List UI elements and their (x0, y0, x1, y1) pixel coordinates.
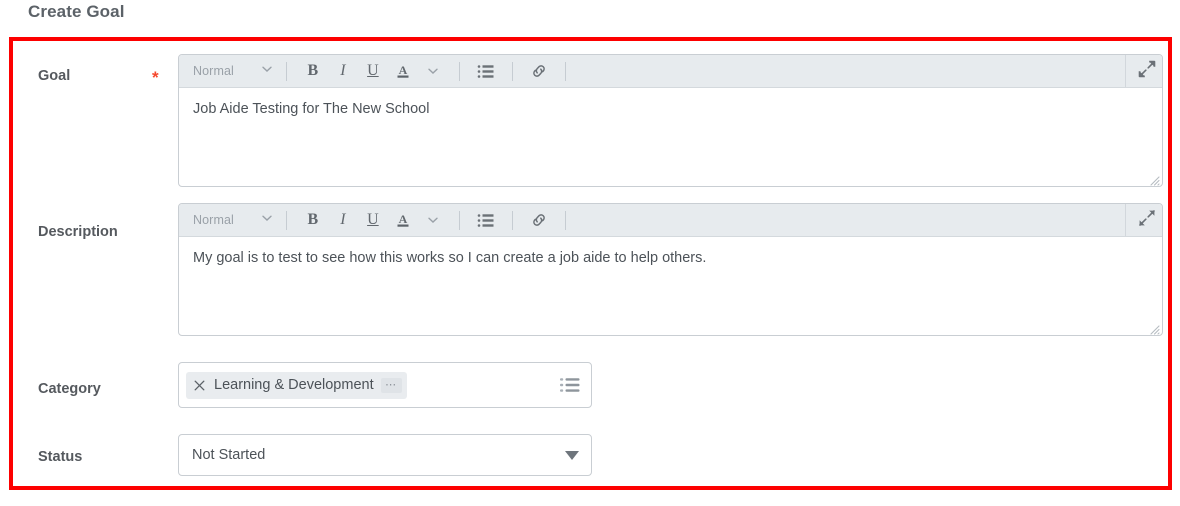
description-label: Description (38, 224, 118, 240)
goal-expand-editor-button[interactable] (1125, 55, 1156, 87)
text-color-button[interactable]: A (388, 56, 418, 86)
toolbar-divider (285, 210, 287, 230)
status-dropdown[interactable]: Not Started (178, 434, 592, 476)
description-editor-content-area[interactable]: My goal is to test to see how this works… (179, 237, 1162, 335)
toolbar-divider (564, 210, 566, 230)
description-paragraph-style-dropdown[interactable]: Normal (179, 204, 284, 236)
bold-button[interactable]: B (298, 56, 328, 86)
description-editor-toolbar: Normal B I U A (179, 204, 1162, 237)
text-color-chevron-down-icon[interactable] (418, 56, 448, 86)
category-chip-more-button[interactable]: ⋯ (380, 377, 402, 393)
description-expand-editor-button[interactable] (1125, 204, 1156, 236)
text-color-button[interactable]: A (388, 205, 418, 235)
goal-editor-content-area[interactable]: Job Aide Testing for The New School (179, 88, 1162, 186)
goal-required-indicator: * (152, 68, 159, 87)
create-goal-screen: Create Goal Goal * Normal B I U A Job Ai… (0, 0, 1180, 506)
prompt-list-icon[interactable] (557, 372, 583, 398)
toolbar-divider (458, 210, 460, 230)
goal-label: Goal (38, 68, 71, 84)
category-label: Category (38, 381, 101, 397)
bulleted-list-icon[interactable] (471, 56, 501, 86)
italic-button[interactable]: I (328, 56, 358, 86)
expand-icon (1138, 209, 1156, 232)
goal-paragraph-style-dropdown[interactable]: Normal (179, 55, 284, 87)
svg-text:A: A (399, 63, 408, 77)
goal-editor-toolbar: Normal B I U A (179, 55, 1162, 88)
link-icon[interactable] (524, 56, 554, 86)
toolbar-divider (511, 210, 513, 230)
category-chip-label: Learning & Development (214, 377, 374, 393)
underline-button[interactable]: U (358, 56, 388, 86)
category-selected-chip[interactable]: Learning & Development ⋯ (186, 371, 407, 399)
status-selected-value: Not Started (192, 447, 266, 463)
create-goal-form: Goal * Normal B I U A Job Aide Testing f… (0, 0, 1180, 506)
link-icon[interactable] (524, 205, 554, 235)
chevron-down-icon (260, 62, 274, 81)
goal-value-text: Job Aide Testing for The New School (193, 101, 430, 117)
toolbar-divider (285, 61, 287, 81)
goal-paragraph-style-value: Normal (193, 64, 234, 78)
caret-down-icon[interactable] (565, 450, 579, 460)
text-color-chevron-down-icon[interactable] (418, 205, 448, 235)
chevron-down-icon (260, 211, 274, 230)
expand-icon (1138, 60, 1156, 83)
category-multiselect[interactable]: Learning & Development ⋯ (178, 362, 592, 408)
bulleted-list-icon[interactable] (471, 205, 501, 235)
bold-button[interactable]: B (298, 205, 328, 235)
description-value-text: My goal is to test to see how this works… (193, 250, 707, 266)
toolbar-divider (511, 61, 513, 81)
toolbar-divider (458, 61, 460, 81)
italic-button[interactable]: I (328, 205, 358, 235)
resize-grip-icon[interactable] (1148, 321, 1160, 335)
svg-text:A: A (399, 212, 408, 226)
underline-button[interactable]: U (358, 205, 388, 235)
resize-grip-icon[interactable] (1148, 172, 1160, 186)
toolbar-divider (564, 61, 566, 81)
status-label: Status (38, 449, 83, 465)
goal-rich-text-editor[interactable]: Normal B I U A Job Aide Testing for The … (178, 54, 1163, 187)
description-rich-text-editor[interactable]: Normal B I U A My goal is to test to see… (178, 203, 1163, 336)
description-paragraph-style-value: Normal (193, 213, 234, 227)
close-x-icon[interactable] (192, 378, 207, 393)
